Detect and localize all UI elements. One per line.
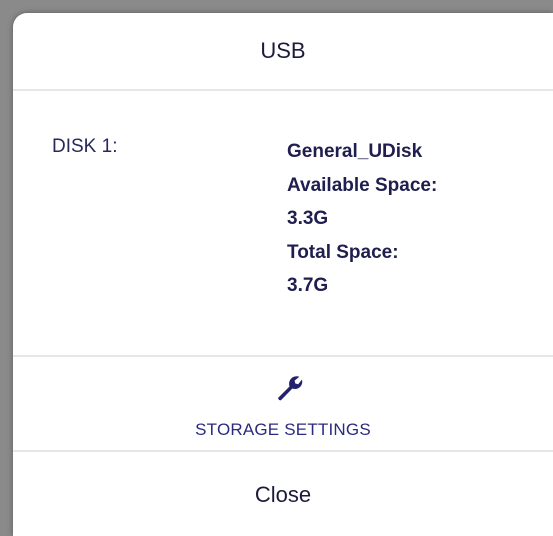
available-space-label: Available Space: [287,174,438,196]
header-divider [13,89,553,91]
total-space-label: Total Space: [287,241,399,263]
close-button[interactable]: Close [13,453,553,536]
content-divider [13,355,553,357]
disk-label: DISK 1: [52,136,118,157]
total-space-value: 3.7G [287,275,329,296]
disk-name: General_UDisk [287,141,423,162]
storage-settings-button[interactable]: STORAGE SETTINGS [13,358,553,450]
storage-settings-label: STORAGE SETTINGS [195,420,371,439]
usb-dialog: USB DISK 1: General_UDisk Available Spac… [13,13,553,536]
footer-divider [13,450,553,452]
disk-info: General_UDisk Available Space: 3.3G Tota… [287,135,437,303]
wrench-icon [278,376,303,401]
dialog-title: USB [260,38,306,63]
available-space-value: 3.3G [287,208,329,229]
